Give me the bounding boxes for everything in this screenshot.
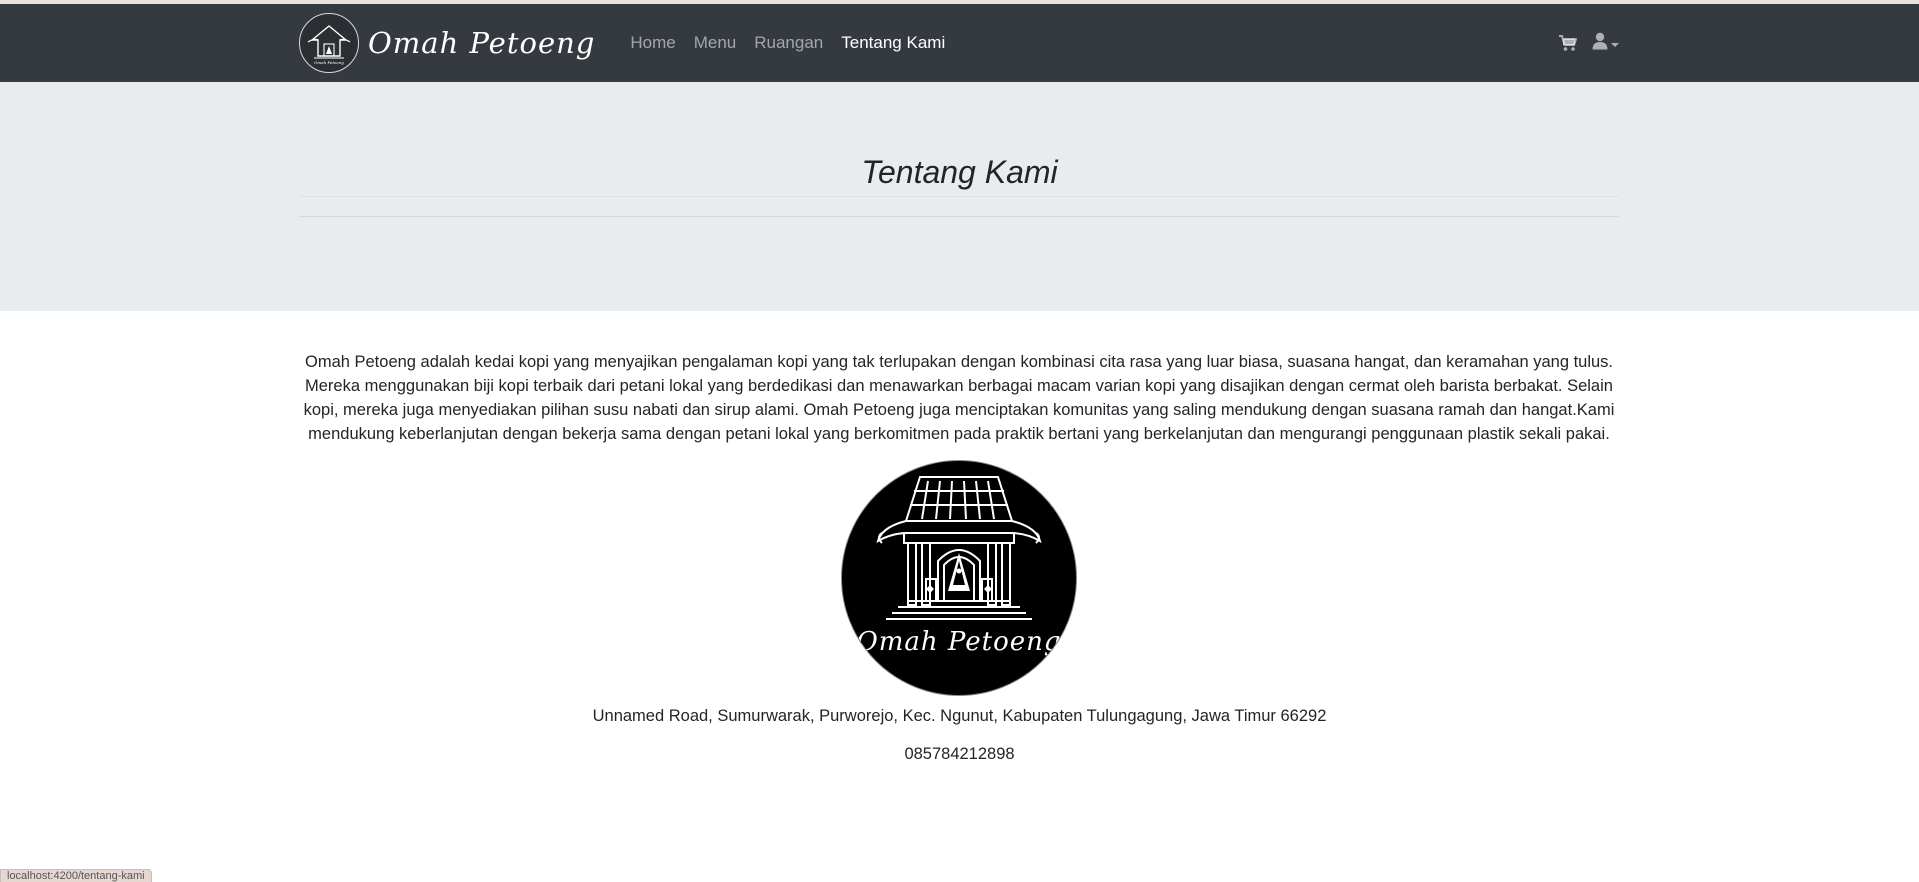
page-title: Tentang Kami <box>861 154 1058 190</box>
logo-text: Omah Petoeng <box>856 627 1062 657</box>
jumbotron: Tentang Kami <box>0 82 1919 311</box>
shopping-cart-icon[interactable] <box>1558 34 1578 52</box>
nav-links: Home Menu Ruangan Tentang Kami <box>621 33 954 53</box>
divider-bottom <box>299 216 1619 217</box>
address-text: Unnamed Road, Sumurwarak, Purworejo, Kec… <box>592 707 1327 725</box>
house-logo-icon <box>876 476 1042 620</box>
status-bar-url: localhost:4200/tentang-kami <box>0 869 152 882</box>
navbar: Omah Petoeng Omah Petoeng Home Menu Ruan… <box>0 4 1919 82</box>
chevron-down-icon <box>1611 43 1619 47</box>
divider-top <box>299 196 1619 197</box>
omah-petoeng-logo: Omah Petoeng <box>841 460 1077 696</box>
brand-logo-icon: Omah Petoeng <box>299 13 359 73</box>
about-description: Omah Petoeng adalah kedai kopi yang meny… <box>303 353 1615 443</box>
user-dropdown-toggle[interactable] <box>1592 32 1619 55</box>
nav-link-ruangan[interactable]: Ruangan <box>745 33 832 53</box>
brand-link[interactable]: Omah Petoeng Omah Petoeng <box>299 4 595 82</box>
navbar-container: Omah Petoeng Omah Petoeng Home Menu Ruan… <box>299 4 1619 82</box>
user-icon <box>1592 32 1608 55</box>
nav-link-home[interactable]: Home <box>621 33 684 53</box>
brand-name: Omah Petoeng <box>368 26 596 60</box>
nav-link-menu[interactable]: Menu <box>685 33 746 53</box>
nav-right <box>1558 4 1619 82</box>
svg-text:Omah Petoeng: Omah Petoeng <box>314 60 344 65</box>
phone-text: 085784212898 <box>904 745 1015 763</box>
nav-link-tentang-kami[interactable]: Tentang Kami <box>832 33 954 53</box>
